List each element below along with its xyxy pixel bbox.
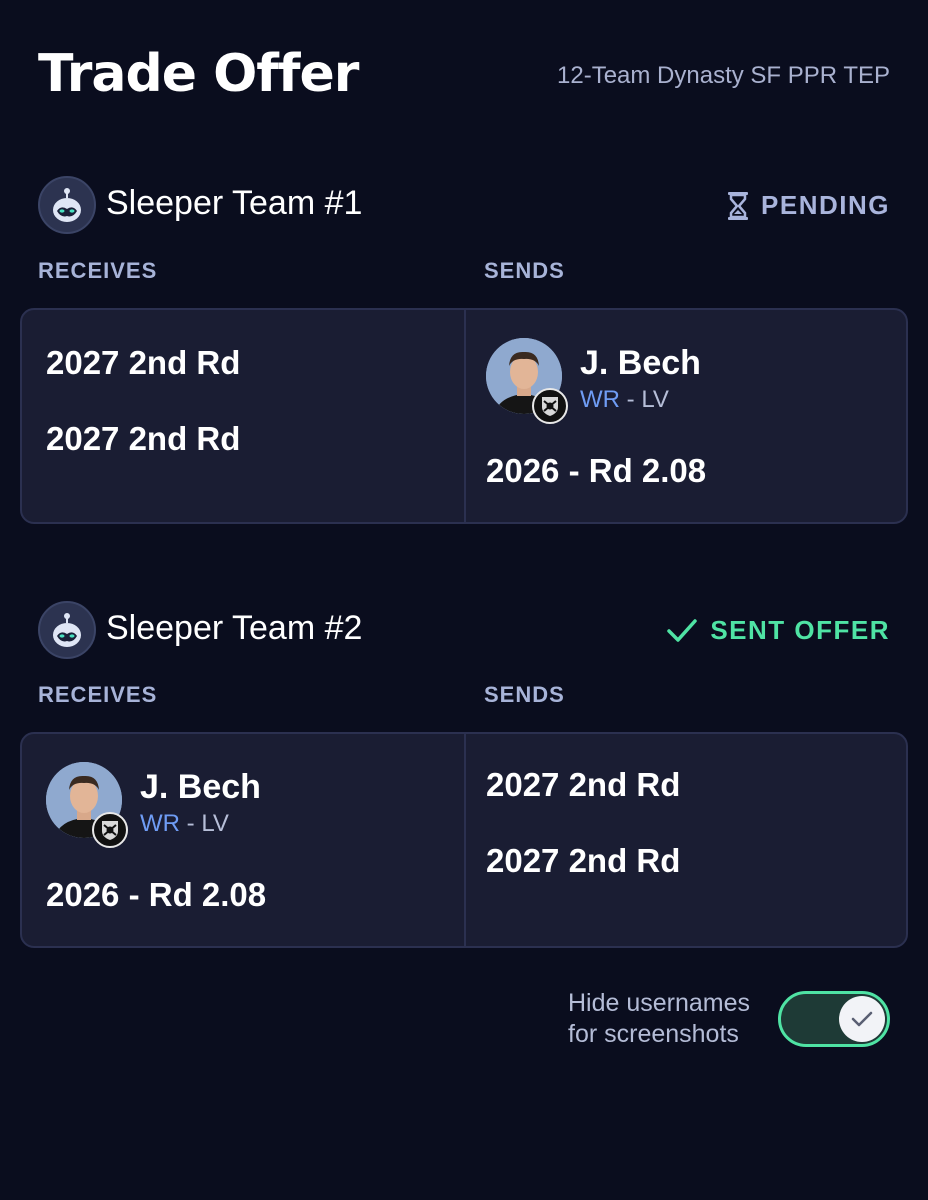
receives-panel: 2027 2nd Rd 2027 2nd Rd [22, 310, 464, 522]
team-avatar[interactable] [38, 176, 96, 234]
player-team: LV [201, 810, 229, 837]
sends-label: SENDS [484, 258, 565, 283]
hide-usernames-toggle[interactable] [778, 991, 890, 1047]
team-avatar[interactable] [38, 601, 96, 659]
team-name: Sleeper Team #2 [106, 609, 363, 647]
receives-panel: J. Bech WR - LV 2026 - Rd 2.08 [22, 734, 464, 946]
toggle-label-line: Hide usernames [568, 989, 751, 1017]
player-meta: WR - LV [140, 810, 229, 838]
hourglass-icon [728, 191, 749, 220]
draft-pick[interactable]: 2027 2nd Rd [46, 420, 240, 458]
draft-pick[interactable]: 2027 2nd Rd [46, 344, 240, 382]
player-team: LV [641, 386, 669, 413]
page-title: Trade Offer [38, 44, 359, 104]
trade-card: 2027 2nd Rd 2027 2nd Rd J. Bech WR - LV … [20, 308, 908, 524]
draft-pick[interactable]: 2027 2nd Rd [486, 766, 680, 804]
status-label: PENDING [761, 190, 890, 220]
checkmark-icon [667, 618, 698, 642]
player-meta: WR - LV [580, 386, 669, 414]
hide-usernames-label: Hide usernames for screenshots [568, 988, 768, 1050]
sends-panel: J. Bech WR - LV 2026 - Rd 2.08 [466, 310, 906, 522]
team-name: Sleeper Team #1 [106, 184, 363, 222]
toggle-knob [839, 996, 885, 1042]
status-badge: PENDING [727, 190, 890, 221]
team-header: Sleeper Team #2 SENT OFFER [38, 601, 890, 659]
sends-panel: 2027 2nd Rd 2027 2nd Rd [466, 734, 906, 946]
raiders-logo [92, 812, 128, 848]
player-position: WR [580, 386, 620, 413]
shield-icon [102, 821, 118, 840]
robot-avatar-icon [53, 613, 81, 647]
toggle-label-line: for screenshots [568, 1020, 739, 1048]
receives-label: RECEIVES [38, 258, 158, 283]
draft-pick[interactable]: 2026 - Rd 2.08 [486, 452, 706, 490]
meta-separator: - [619, 386, 642, 413]
trade-card: J. Bech WR - LV 2026 - Rd 2.08 2027 2nd … [20, 732, 908, 948]
meta-separator: - [179, 810, 202, 837]
player-name[interactable]: J. Bech [140, 768, 261, 807]
player-name[interactable]: J. Bech [580, 344, 701, 383]
receives-label: RECEIVES [38, 682, 158, 707]
status-label: SENT OFFER [710, 615, 890, 645]
team-header: Sleeper Team #1 PENDING [38, 176, 890, 234]
draft-pick[interactable]: 2027 2nd Rd [486, 842, 680, 880]
player-position: WR [140, 810, 180, 837]
sends-label: SENDS [484, 682, 565, 707]
league-name: 12-Team Dynasty SF PPR TEP [557, 62, 890, 89]
raiders-logo [532, 388, 568, 424]
trade-offer-screen: Trade Offer 12-Team Dynasty SF PPR TEP S… [0, 0, 928, 1200]
checkmark-icon [851, 1011, 873, 1027]
shield-icon [542, 397, 558, 416]
status-badge: SENT OFFER [666, 615, 890, 646]
robot-avatar-icon [53, 188, 81, 222]
draft-pick[interactable]: 2026 - Rd 2.08 [46, 876, 266, 914]
